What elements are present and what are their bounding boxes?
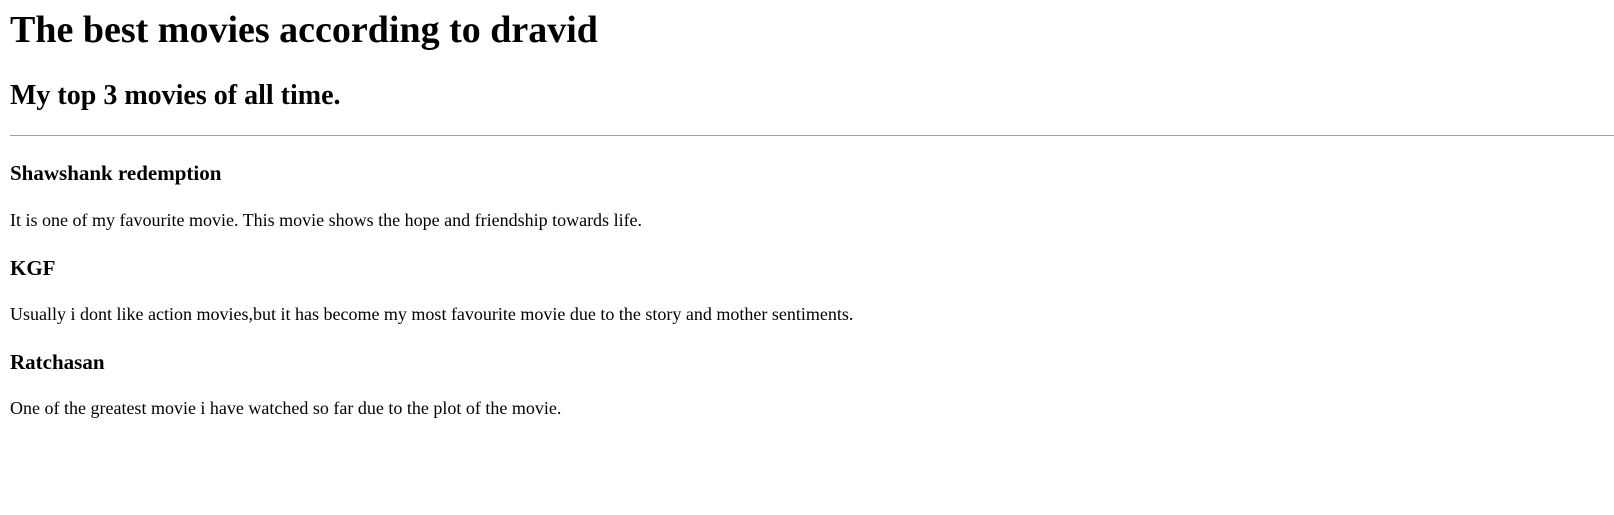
movie-title-shawshank: Shawshank redemption [10,161,222,185]
page-content: The best movies according to dravid My t… [0,0,1614,515]
page-subtitle: My top 3 movies of all time. [10,80,341,111]
movie-description-shawshank: It is one of my favourite movie. This mo… [10,210,643,230]
divider [10,135,1614,136]
movie-title-kgf: KGF [10,256,56,280]
movie-description-ratchasan: One of the greatest movie i have watched… [10,398,562,418]
movie-description-kgf: Usually i dont like action movies,but it… [10,304,854,324]
page-title: The best movies according to dravid [10,9,598,51]
movie-title-ratchasan: Ratchasan [10,350,105,374]
